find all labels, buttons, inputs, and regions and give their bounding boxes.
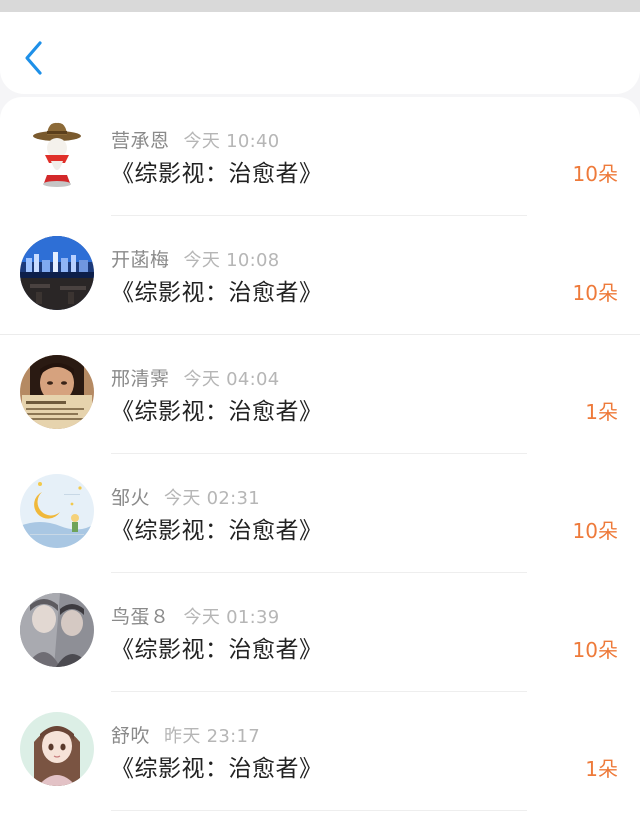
avatar[interactable] [20,236,94,310]
gift-list: 营承恩 今天 10:40 《综影视：治愈者》 10朵 开菡梅 今天 10:08 … [0,97,640,825]
book-title: 《综影视：治愈者》 [111,280,323,306]
list-item[interactable]: 邢清霁 今天 04:04 《综影视：治愈者》 1朵 [0,335,640,454]
book-title: 《综影视：治愈者》 [111,399,323,425]
avatar[interactable] [20,474,94,548]
gift-count: 10朵 [572,519,618,543]
book-title: 《综影视：治愈者》 [111,518,323,544]
gift-count: 10朵 [572,638,618,662]
nav-header [0,12,640,94]
list-item[interactable]: 营承恩 今天 10:40 《综影视：治愈者》 10朵 [0,97,640,216]
two-people-photo-icon [20,593,94,667]
anime-girl-icon [20,712,94,786]
timestamp: 今天 04:04 [183,369,280,390]
moon-and-little-prince-icon [20,474,94,548]
city-night-skyline-icon [20,236,94,310]
list-item[interactable]: 舒吹 昨天 23:17 《综影视：治愈者》 1朵 [0,692,640,811]
list-item[interactable]: 开菡梅 今天 10:08 《综影视：治愈者》 10朵 [0,216,640,335]
status-strip [0,0,640,12]
avatar[interactable] [20,712,94,786]
user-name: 舒吹 [111,725,151,747]
woman-with-newspaper-icon [20,355,94,429]
cowboy-hat-figure-icon [20,117,94,191]
timestamp: 今天 10:08 [183,250,280,271]
gift-count: 10朵 [572,281,618,305]
avatar[interactable] [20,593,94,667]
timestamp: 今天 02:31 [164,488,261,509]
user-name: 鸟蛋８ [111,606,170,628]
user-name: 邹火 [111,487,151,509]
list-item[interactable]: 邹火 今天 02:31 《综影视：治愈者》 10朵 [0,454,640,573]
back-button[interactable] [18,38,52,78]
avatar[interactable] [20,355,94,429]
user-name: 邢清霁 [111,368,170,390]
avatar[interactable] [20,117,94,191]
chevron-left-icon [25,41,42,75]
gift-count: 1朵 [585,400,618,424]
user-name: 营承恩 [111,130,170,152]
divider [111,810,527,811]
gift-count: 10朵 [572,162,618,186]
user-name: 开菡梅 [111,249,170,271]
gift-count: 1朵 [585,757,618,781]
book-title: 《综影视：治愈者》 [111,756,323,782]
list-item[interactable]: 鸟蛋８ 今天 01:39 《综影视：治愈者》 10朵 [0,573,640,692]
timestamp: 今天 01:39 [183,607,280,628]
timestamp: 昨天 23:17 [164,726,261,747]
book-title: 《综影视：治愈者》 [111,637,323,663]
timestamp: 今天 10:40 [183,131,280,152]
book-title: 《综影视：治愈者》 [111,161,323,187]
